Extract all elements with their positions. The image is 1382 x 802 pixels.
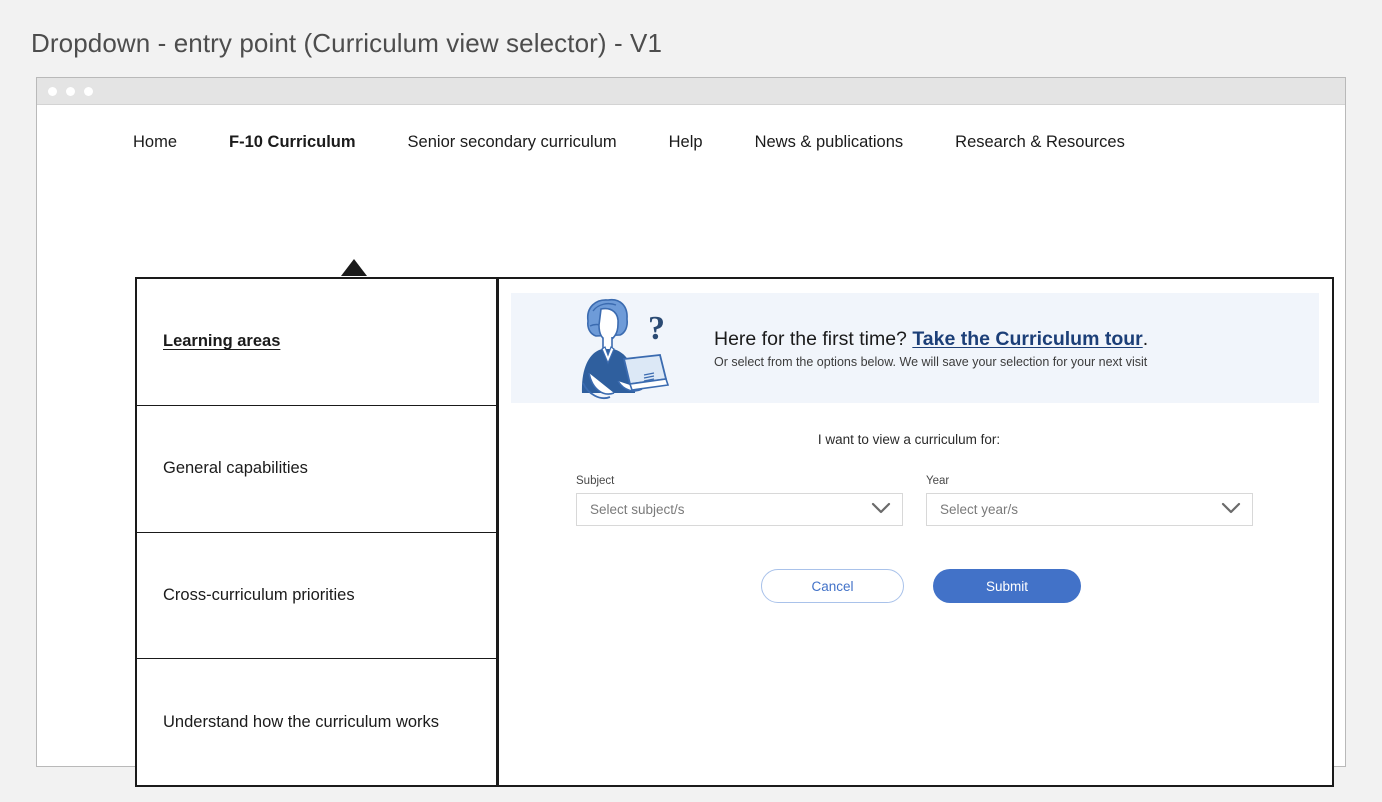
chevron-down-icon	[871, 501, 891, 519]
sidebar-item-label: General capabilities	[163, 459, 308, 478]
cancel-button[interactable]: Cancel	[761, 569, 904, 603]
sidebar-item-label: Learning areas	[163, 332, 280, 351]
subject-field-group: Subject Select subject/s	[576, 475, 903, 526]
year-field-label: Year	[926, 475, 1253, 487]
subject-field-label: Subject	[576, 475, 903, 487]
sidebar-item-learning-areas[interactable]: Learning areas	[137, 279, 496, 406]
subject-select[interactable]: Select subject/s	[576, 493, 903, 526]
selector-fields: Subject Select subject/s Year	[576, 475, 1253, 526]
browser-titlebar	[37, 78, 1345, 105]
window-dot-minimize[interactable]	[66, 87, 75, 96]
nav-item-home[interactable]: Home	[133, 133, 177, 152]
year-select-value: Select year/s	[940, 502, 1018, 517]
chevron-down-icon	[1221, 501, 1241, 519]
sidebar: Learning areas General capabilities Cros…	[137, 279, 499, 785]
window-dot-maximize[interactable]	[84, 87, 93, 96]
active-nav-caret-icon	[341, 259, 367, 276]
sidebar-item-general-capabilities[interactable]: General capabilities	[137, 406, 496, 533]
form-prompt: I want to view a curriculum for:	[499, 432, 1319, 447]
page-title: Dropdown - entry point (Curriculum view …	[31, 28, 662, 59]
nav-item-f10-curriculum[interactable]: F-10 Curriculum	[229, 133, 356, 152]
sidebar-item-label: Understand how the curriculum works	[163, 713, 439, 732]
year-select[interactable]: Select year/s	[926, 493, 1253, 526]
window-controls	[48, 87, 93, 96]
year-field-group: Year Select year/s	[926, 475, 1253, 526]
subject-select-value: Select subject/s	[590, 502, 685, 517]
svg-text:?: ?	[648, 310, 665, 347]
banner-heading: Here for the first time? Take the Curric…	[714, 328, 1148, 351]
banner-subtext: Or select from the options below. We wil…	[714, 355, 1148, 369]
banner-heading-suffix: .	[1143, 328, 1148, 350]
curriculum-panel: Learning areas General capabilities Cros…	[135, 277, 1334, 787]
form-actions: Cancel Submit	[761, 569, 1081, 603]
sidebar-item-label: Cross-curriculum priorities	[163, 586, 355, 605]
window-dot-close[interactable]	[48, 87, 57, 96]
curriculum-tour-banner: ? Here for the first time? Take the Curr…	[511, 293, 1319, 403]
banner-heading-prefix: Here for the first time?	[714, 328, 912, 350]
screenshot-root: Dropdown - entry point (Curriculum view …	[0, 0, 1382, 802]
content-area: ? Here for the first time? Take the Curr…	[499, 279, 1332, 785]
browser-window-mockup: Home F-10 Curriculum Senior secondary cu…	[36, 77, 1346, 767]
sidebar-item-understand-how-curriculum-works[interactable]: Understand how the curriculum works	[137, 659, 496, 785]
sidebar-item-cross-curriculum-priorities[interactable]: Cross-curriculum priorities	[137, 533, 496, 660]
take-curriculum-tour-link[interactable]: Take the Curriculum tour	[912, 328, 1142, 350]
nav-item-help[interactable]: Help	[669, 133, 703, 152]
nav-item-senior-secondary-curriculum[interactable]: Senior secondary curriculum	[408, 133, 617, 152]
banner-text-block: Here for the first time? Take the Curric…	[714, 328, 1148, 369]
person-with-laptop-question-illustration: ?	[556, 293, 686, 403]
nav-item-research-resources[interactable]: Research & Resources	[955, 133, 1125, 152]
top-navigation: Home F-10 Curriculum Senior secondary cu…	[37, 106, 1345, 178]
submit-button[interactable]: Submit	[933, 569, 1081, 603]
nav-item-news-publications[interactable]: News & publications	[755, 133, 904, 152]
